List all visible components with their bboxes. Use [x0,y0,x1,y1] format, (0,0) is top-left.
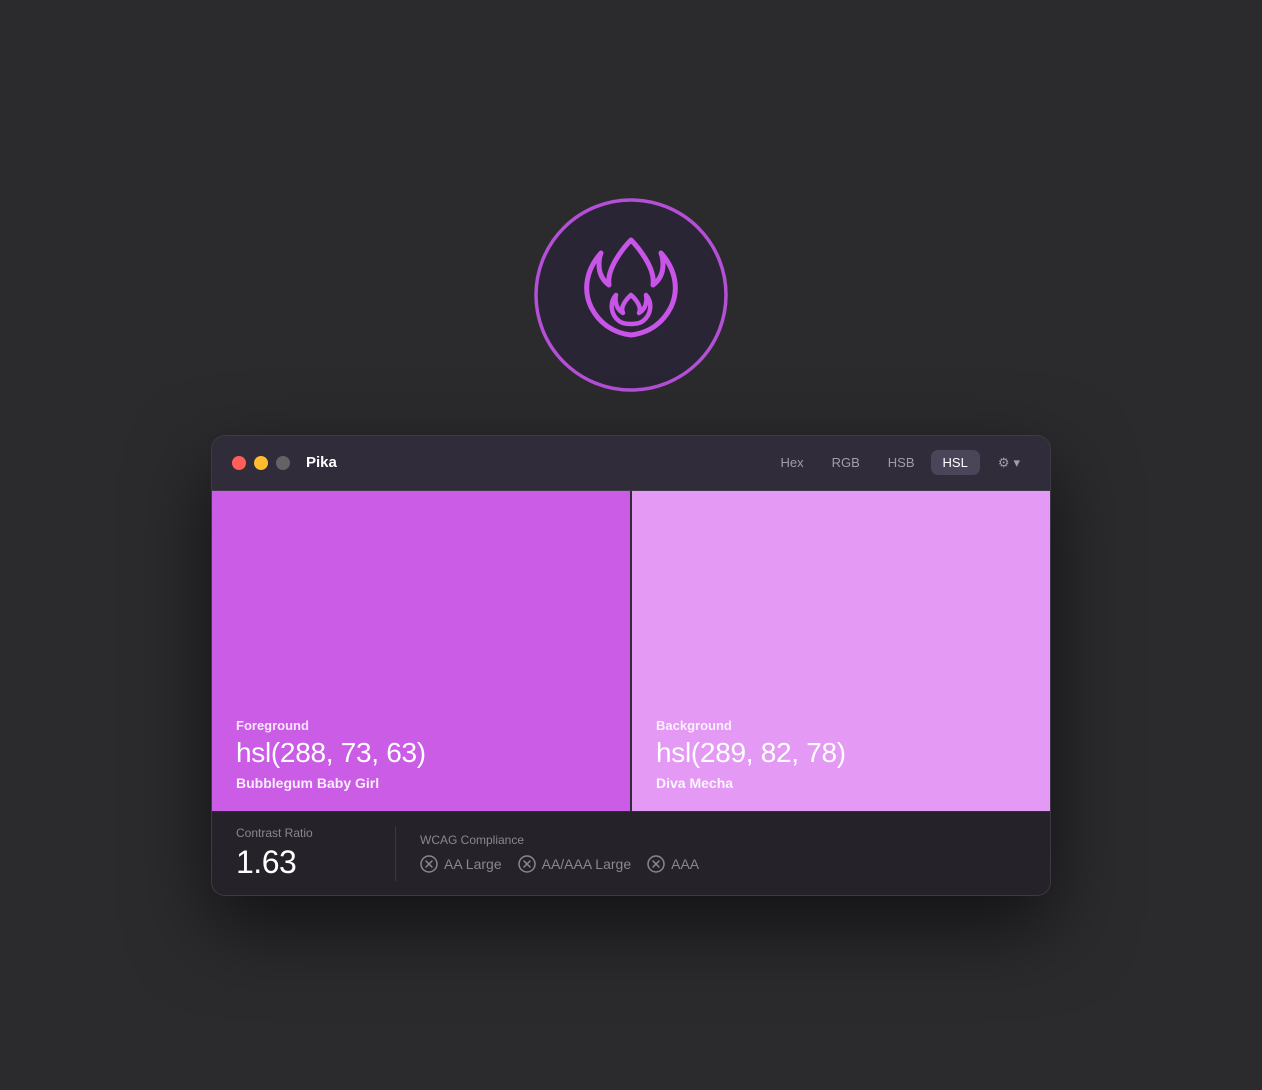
contrast-section: Contrast Ratio 1.63 [236,826,396,881]
badge-aa-large: AA Large [420,855,502,873]
traffic-lights [232,456,290,470]
foreground-label: Foreground [236,718,606,733]
foreground-name: Bubblegum Baby Girl [236,775,606,791]
wcag-label: WCAG Compliance [420,833,699,847]
badge-aa-aaa-large: AA/AAA Large [518,855,632,873]
contrast-value: 1.63 [236,844,371,881]
wcag-section: WCAG Compliance AA Large [396,833,699,873]
close-button[interactable] [232,456,246,470]
fail-icon-aa-large [420,855,438,873]
minimize-button[interactable] [254,456,268,470]
app-icon [531,195,731,395]
app-icon-container [531,195,731,395]
fail-icon-aaa [647,855,665,873]
window-title: Pika [306,454,768,471]
maximize-button[interactable] [276,456,290,470]
app-window: Pika Hex RGB HSB HSL ⚙ ▾ Foreground hsl(… [211,435,1051,896]
tab-hsl[interactable]: HSL [931,450,980,475]
settings-button[interactable]: ⚙ ▾ [988,450,1030,476]
foreground-value: hsl(288, 73, 63) [236,737,606,769]
tab-hex[interactable]: Hex [768,450,815,475]
fail-icon-aa-aaa-large [518,855,536,873]
titlebar: Pika Hex RGB HSB HSL ⚙ ▾ [212,436,1050,491]
background-value: hsl(289, 82, 78) [656,737,1026,769]
badge-aa-large-label: AA Large [444,856,502,872]
background-name: Diva Mecha [656,775,1026,791]
badge-aaa: AAA [647,855,699,873]
foreground-panel[interactable]: Foreground hsl(288, 73, 63) Bubblegum Ba… [212,491,632,811]
bottom-bar: Contrast Ratio 1.63 WCAG Compliance AA L… [212,811,1050,895]
tab-hsb[interactable]: HSB [876,450,927,475]
format-tabs: Hex RGB HSB HSL [768,450,979,475]
tab-rgb[interactable]: RGB [820,450,872,475]
background-panel[interactable]: Background hsl(289, 82, 78) Diva Mecha [632,491,1050,811]
contrast-label: Contrast Ratio [236,826,371,840]
color-panels: Foreground hsl(288, 73, 63) Bubblegum Ba… [212,491,1050,811]
wcag-badges: AA Large AA/AAA Large [420,855,699,873]
background-label: Background [656,718,1026,733]
badge-aa-aaa-large-label: AA/AAA Large [542,856,632,872]
badge-aaa-label: AAA [671,856,699,872]
chevron-down-icon: ▾ [1013,455,1020,471]
gear-icon: ⚙ [998,455,1010,471]
